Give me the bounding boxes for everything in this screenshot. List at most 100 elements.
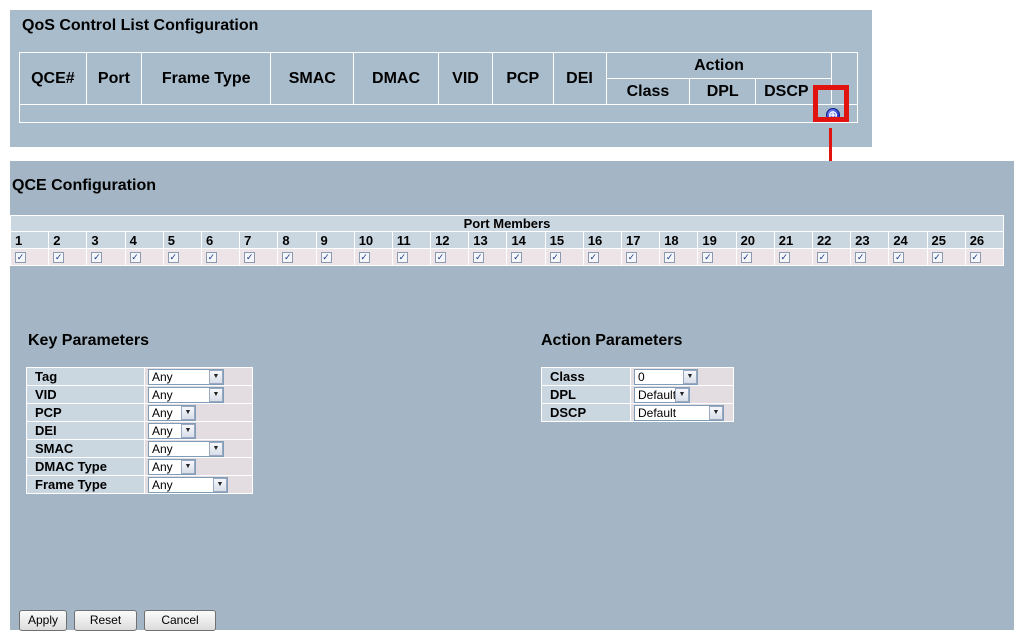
port-member-checkbox-11[interactable]: ✓ [396,252,408,264]
col-header-class: Class [605,78,691,105]
key-parameters-table: Tag Any ▼ VID Any ▼ PCP Any ▼ DEI Any ▼ SMAC Any ▼ DMAC… [26,367,253,494]
port-member-checkbox-18[interactable]: ✓ [664,252,676,264]
port-number-3: 3 [86,231,126,249]
port-number-21: 21 [773,231,813,249]
key-param-label: SMAC [26,439,145,458]
action-param-select[interactable]: 0 ▼ [634,368,698,385]
port-member-checkbox-4[interactable]: ✓ [129,252,141,264]
key-param-select[interactable]: Any ▼ [148,386,224,403]
apply-button[interactable]: Apply [19,610,67,631]
port-member-checkbox-12[interactable]: ✓ [435,252,447,264]
port-member-cell: ✓ [353,248,393,266]
chevron-down-icon[interactable]: ▼ [181,423,195,438]
port-member-cell: ✓ [124,248,164,266]
qos-control-list-panel: QoS Control List Configuration QCE# Port… [10,10,872,147]
select-value: Any [152,441,173,456]
key-param-value-cell: Any ▼ [144,385,253,404]
port-member-checkbox-7[interactable]: ✓ [244,252,256,264]
key-param-row: DMAC Type Any ▼ [26,457,253,476]
port-member-checkbox-26[interactable]: ✓ [969,252,981,264]
action-param-select[interactable]: Default ▼ [634,386,690,403]
key-param-select[interactable]: Any ▼ [148,404,196,421]
port-member-checkbox-1[interactable]: ✓ [15,252,26,264]
empty-table-row [19,104,858,123]
key-param-value-cell: Any ▼ [144,475,253,494]
port-member-checkbox-19[interactable]: ✓ [702,252,714,264]
port-member-checkbox-13[interactable]: ✓ [473,252,485,264]
port-member-cell: ✓ [48,248,88,266]
key-param-select[interactable]: Any ▼ [148,458,196,475]
action-param-row: DPL Default ▼ [541,385,734,404]
chevron-down-icon[interactable]: ▼ [209,387,223,402]
port-member-cell: ✓ [506,248,546,266]
chevron-down-icon[interactable]: ▼ [213,477,227,492]
chevron-down-icon[interactable]: ▼ [209,441,223,456]
page-title: QoS Control List Configuration [22,17,259,34]
port-number-23: 23 [850,231,890,249]
port-member-checkbox-24[interactable]: ✓ [893,252,905,264]
port-member-cell: ✓ [735,248,775,266]
key-param-value-cell: Any ▼ [144,403,253,422]
key-param-label: VID [26,385,145,404]
key-param-select[interactable]: Any ▼ [148,422,196,439]
port-member-checkbox-25[interactable]: ✓ [931,252,943,264]
chevron-down-icon[interactable]: ▼ [709,405,723,420]
chevron-down-icon[interactable]: ▼ [181,459,195,474]
port-member-cell: ✓ [239,248,279,266]
action-parameters-table: Class 0 ▼ DPL Default ▼ DSCP Default ▼ [541,367,734,422]
action-param-label: Class [541,367,631,386]
port-member-checkbox-15[interactable]: ✓ [549,252,561,264]
action-param-label: DPL [541,385,631,404]
chevron-down-icon[interactable]: ▼ [675,387,689,402]
port-member-checkbox-20[interactable]: ✓ [740,252,752,264]
port-number-9: 9 [315,231,355,249]
port-member-cell: ✓ [391,248,432,266]
action-param-label: DSCP [541,403,631,422]
port-member-checkbox-22[interactable]: ✓ [816,252,828,264]
action-param-select[interactable]: Default ▼ [634,404,724,421]
select-value: Any [152,369,173,384]
select-value: Any [152,459,173,474]
port-member-checkbox-17[interactable]: ✓ [626,252,637,264]
port-member-checkbox-6[interactable]: ✓ [205,252,217,264]
key-param-label: Tag [26,367,145,386]
port-member-checkbox-3[interactable]: ✓ [91,252,103,264]
key-param-label: Frame Type [26,475,145,494]
select-value: Default [638,405,677,420]
port-member-checkbox-5[interactable]: ✓ [167,252,179,264]
port-number-11: 11 [391,231,432,249]
chevron-down-icon[interactable]: ▼ [209,369,223,384]
col-header-frame-type: Frame Type [140,52,272,105]
key-param-select[interactable]: Any ▼ [148,440,224,457]
key-param-row: PCP Any ▼ [26,403,253,422]
cancel-button[interactable]: Cancel [144,610,216,631]
port-member-checkbox-10[interactable]: ✓ [358,252,370,264]
chevron-down-icon[interactable]: ▼ [181,405,195,420]
port-member-checkbox-8[interactable]: ✓ [282,252,294,264]
key-param-label: DMAC Type [26,457,145,476]
chevron-down-icon[interactable]: ▼ [683,369,697,384]
select-value: Any [152,423,173,438]
port-member-checkbox-23[interactable]: ✓ [855,252,867,264]
port-member-checkbox-16[interactable]: ✓ [587,252,599,264]
action-param-row: DSCP Default ▼ [541,403,734,422]
port-checkbox-row: ✓ ✓ ✓ ✓ ✓ ✓ ✓ ✓ ✓ ✓ ✓ ✓ ✓ ✓ ✓ ✓ ✓ ✓ ✓ ✓ ✓ ✓ ✓ ✓ ✓ ✓ [9,248,1005,266]
key-param-row: DEI Any ▼ [26,421,253,440]
port-number-row: 1 2 3 4 5 6 7 8 9 10 11 12 13 14 15 16 17 18 19 20 21 22 23 24 2… [9,231,1005,249]
select-value: Any [152,405,173,420]
col-header-dei: DEI [552,52,607,105]
action-param-value-cell: 0 ▼ [630,367,734,386]
reset-button[interactable]: Reset [74,610,137,631]
port-member-checkbox-9[interactable]: ✓ [320,252,332,264]
port-member-checkbox-14[interactable]: ✓ [511,252,523,264]
port-member-checkbox-21[interactable]: ✓ [778,252,790,264]
action-param-row: Class 0 ▼ [541,367,734,386]
key-param-select[interactable]: Any ▼ [148,476,228,493]
port-number-14: 14 [506,231,546,249]
port-members-header: Port Members [10,215,1004,232]
key-param-select[interactable]: Any ▼ [148,368,224,385]
select-value: Default [638,387,675,402]
port-number-26: 26 [964,231,1005,249]
port-member-cell: ✓ [773,248,813,266]
port-member-checkbox-2[interactable]: ✓ [53,252,65,264]
